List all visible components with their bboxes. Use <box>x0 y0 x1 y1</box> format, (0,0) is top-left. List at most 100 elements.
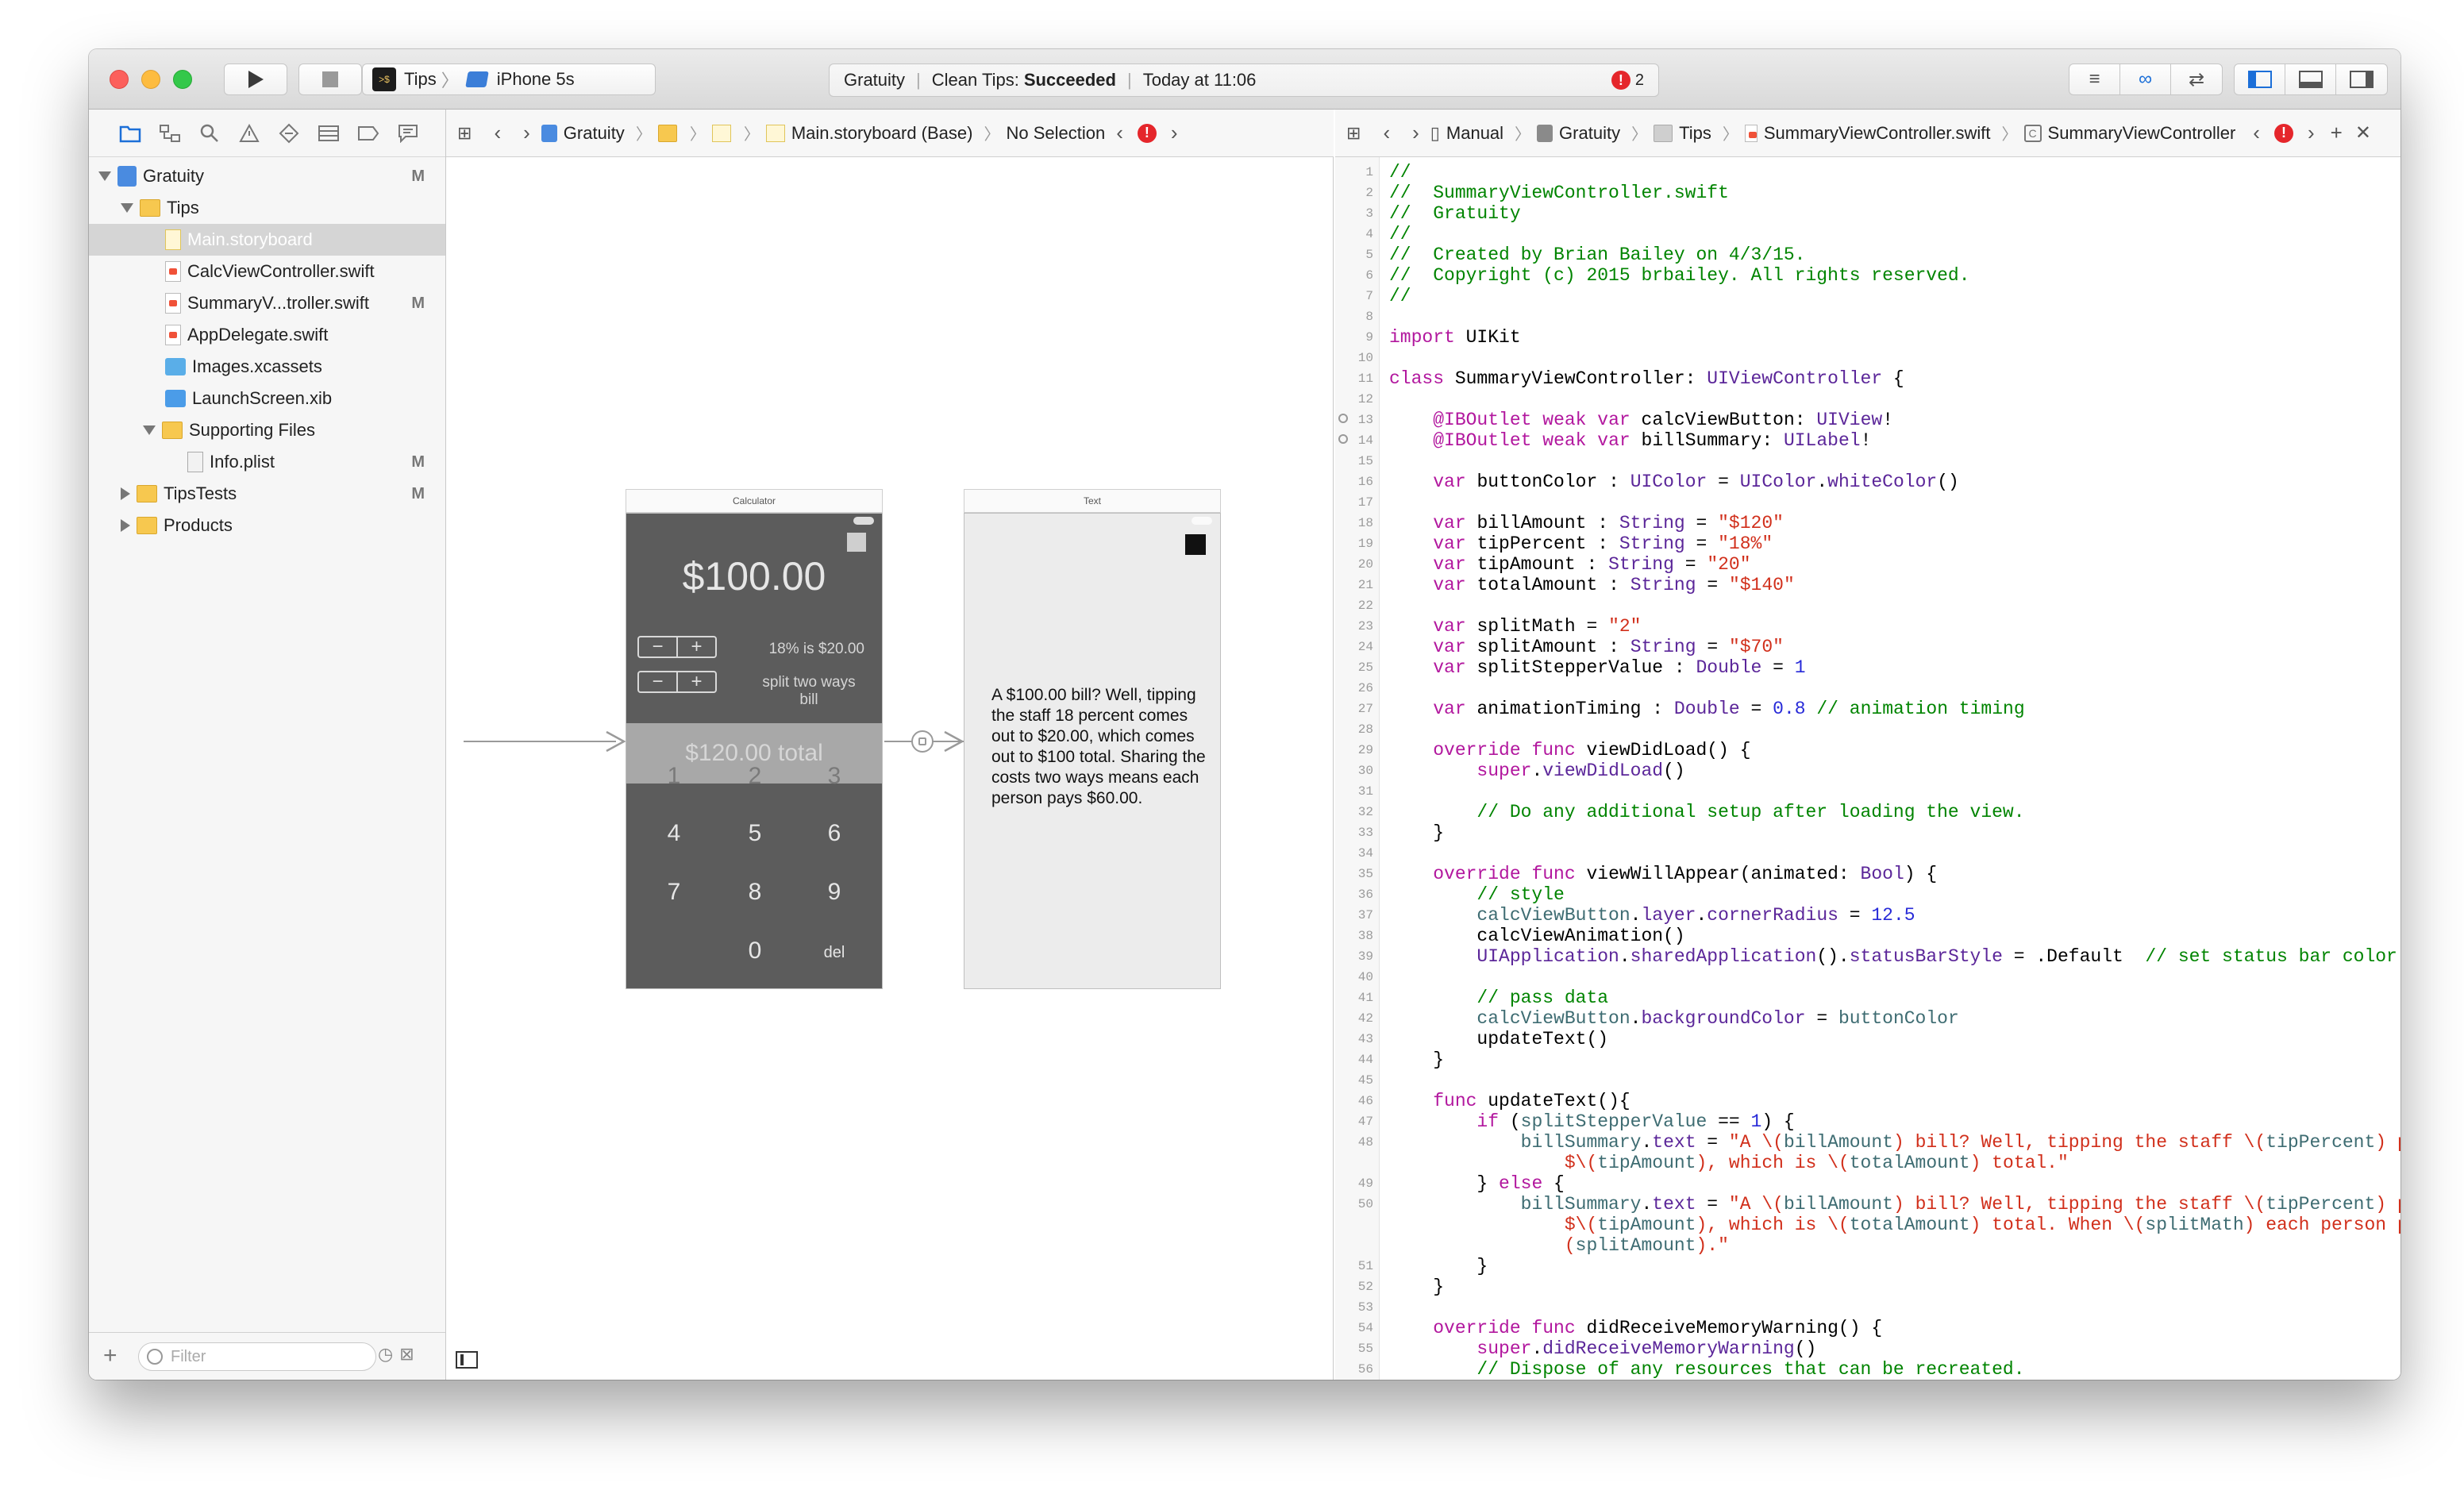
forward-chevron-icon[interactable]: › <box>1412 121 1419 145</box>
disclosure-open-icon[interactable] <box>143 425 156 435</box>
disclosure-closed-icon[interactable] <box>121 487 130 500</box>
scm-filter-icon[interactable]: ⊠ <box>399 1344 414 1365</box>
storyboard-file-icon[interactable] <box>711 124 731 142</box>
calculator-scene[interactable]: $100.00 − + 18% is $20.00 − + split two wa… <box>626 513 883 989</box>
keypad-key-4[interactable]: 4 <box>642 820 706 847</box>
forward-chevron-icon[interactable]: › <box>523 121 530 145</box>
text-scene[interactable]: A $100.00 bill? Well, tipping the staff … <box>964 513 1221 989</box>
disclosure-closed-icon[interactable] <box>121 519 130 532</box>
navigator-toggle-button[interactable] <box>2235 64 2285 94</box>
jump-item-class[interactable]: C SummaryViewController <box>2023 123 2235 144</box>
debug-area-toggle-button[interactable] <box>2285 64 2336 94</box>
utilities-toggle-button[interactable] <box>2336 64 2387 94</box>
hierarchy-icon[interactable] <box>157 121 183 146</box>
debug-gauge-icon[interactable] <box>316 121 341 146</box>
tree-item-tipstests[interactable]: TipsTests M <box>89 478 445 510</box>
keypad-key-7[interactable]: 7 <box>642 879 706 906</box>
disclosure-open-icon[interactable] <box>98 171 111 181</box>
tree-item-images-xcassets[interactable]: Images.xcassets <box>89 351 445 383</box>
storyboard-canvas[interactable]: Calculator $100.00 − + 18% is $20.00 − + s… <box>446 157 1334 1380</box>
jump-item-file[interactable]: SummaryViewController.swift <box>1744 123 1991 144</box>
tree-item-gratuity[interactable]: Gratuity M <box>89 160 445 192</box>
view-button[interactable] <box>847 533 866 552</box>
keypad-key-2[interactable]: 2 <box>723 763 787 790</box>
bill-amount-label[interactable]: $100.00 <box>626 553 882 599</box>
tip-label[interactable]: 18% is $20.00 <box>769 641 864 658</box>
minus-icon[interactable]: − <box>639 671 678 692</box>
related-items-grid-icon[interactable]: ⊞ <box>1346 123 1361 144</box>
report-bubble-icon[interactable] <box>395 121 421 146</box>
warning-icon[interactable] <box>237 121 262 146</box>
add-editor-plus-icon[interactable]: + <box>2331 121 2343 145</box>
tree-item-launchscreen[interactable]: LaunchScreen.xib <box>89 383 445 414</box>
error-indicator[interactable]: ! 2 <box>1611 71 1644 90</box>
calc-view-button[interactable] <box>1185 534 1206 555</box>
keypad-key-9[interactable]: 9 <box>803 879 866 906</box>
text-scene-title[interactable]: Text <box>964 489 1221 513</box>
keypad-key-5[interactable]: 5 <box>723 820 787 847</box>
keypad-key-8[interactable]: 8 <box>723 879 787 906</box>
document-outline-toggle-icon[interactable] <box>456 1351 478 1369</box>
outlet-connection-icon[interactable] <box>1338 434 1348 444</box>
keypad-key-6[interactable]: 6 <box>803 820 866 847</box>
back-chevron-icon[interactable]: ‹ <box>1383 121 1390 145</box>
search-icon[interactable] <box>197 121 222 146</box>
plus-icon[interactable]: + <box>678 636 715 657</box>
disclosure-open-icon[interactable] <box>121 203 133 213</box>
standard-editor-button[interactable]: ≡ <box>2069 64 2120 94</box>
assistant-editor-button[interactable]: ∞ <box>2120 64 2171 94</box>
add-file-button[interactable]: + <box>103 1342 117 1369</box>
close-editor-icon[interactable]: ✕ <box>2355 121 2371 144</box>
jump-item-project[interactable]: Gratuity <box>1537 123 1620 144</box>
jump-item-storyboard[interactable]: Main.storyboard (Base) <box>765 123 972 144</box>
recent-files-clock-icon[interactable]: ◷ <box>378 1344 393 1365</box>
tree-item-summaryviewcontroller[interactable]: SummaryV...troller.swift M <box>89 287 445 319</box>
keypad-key-0[interactable]: 0 <box>723 938 787 965</box>
bill-summary-label[interactable]: A $100.00 bill? Well, tipping the staff … <box>991 685 1206 809</box>
jump-item-manual[interactable]: ▯ Manual <box>1430 123 1503 144</box>
version-editor-button[interactable]: ⇄ <box>2171 64 2222 94</box>
jump-item-project[interactable]: Gratuity <box>541 123 625 144</box>
next-issue-chevron-icon[interactable]: › <box>1171 121 1178 145</box>
tree-item-appdelegate[interactable]: AppDelegate.swift <box>89 319 445 351</box>
zoom-window-button[interactable] <box>173 70 192 89</box>
folder-icon[interactable] <box>117 121 143 146</box>
folder-icon[interactable] <box>657 124 677 142</box>
keypad-key-3[interactable]: 3 <box>803 763 866 790</box>
breakpoint-icon[interactable] <box>356 121 381 146</box>
close-window-button[interactable] <box>110 70 129 89</box>
keypad-key-1[interactable]: 1 <box>642 763 706 790</box>
run-button[interactable] <box>224 64 287 95</box>
tip-stepper[interactable]: − + <box>637 636 717 658</box>
tree-item-info-plist[interactable]: Info.plist M <box>89 446 445 478</box>
tree-item-tips[interactable]: Tips <box>89 192 445 224</box>
previous-issue-chevron-icon[interactable]: ‹ <box>1116 121 1123 145</box>
segue-icon[interactable] <box>911 730 934 753</box>
test-diamond-icon[interactable] <box>276 121 302 146</box>
jump-item-folder[interactable]: Tips <box>1654 123 1711 144</box>
line-number: 3 <box>1365 206 1373 221</box>
split-stepper[interactable]: − + <box>637 671 717 693</box>
jump-item-no-selection[interactable]: No Selection <box>1006 123 1105 144</box>
filter-input[interactable]: Filter <box>138 1342 376 1371</box>
stop-button[interactable] <box>298 64 362 95</box>
error-icon[interactable]: ! <box>1137 123 1157 143</box>
tree-item-main-storyboard[interactable]: Main.storyboard <box>89 224 445 256</box>
back-chevron-icon[interactable]: ‹ <box>494 121 501 145</box>
related-items-grid-icon[interactable]: ⊞ <box>457 123 472 144</box>
tree-item-products[interactable]: Products <box>89 510 445 541</box>
previous-issue-chevron-icon[interactable]: ‹ <box>2253 121 2260 145</box>
source-editor[interactable]: 1 2 3 4 5 6 7 8 9 10 11 12 13 14 15 16 17 18 19 20 21 22 23 24 2… <box>1335 157 2400 1380</box>
split-label[interactable]: split two ways bill <box>753 674 864 709</box>
next-issue-chevron-icon[interactable]: › <box>2308 121 2315 145</box>
error-icon[interactable]: ! <box>2273 123 2293 143</box>
outlet-connection-icon[interactable] <box>1338 414 1348 423</box>
minus-icon[interactable]: − <box>639 636 678 657</box>
scheme-selector[interactable]: >$ Tips 〉 iPhone 5s <box>362 64 656 95</box>
tree-item-calcviewcontroller[interactable]: CalcViewController.swift <box>89 256 445 287</box>
plus-icon[interactable]: + <box>678 671 715 692</box>
tree-item-supporting-files[interactable]: Supporting Files <box>89 414 445 446</box>
minimize-window-button[interactable] <box>141 70 160 89</box>
keypad-key-delete[interactable]: del <box>803 944 866 962</box>
calculator-scene-title[interactable]: Calculator <box>626 489 883 513</box>
